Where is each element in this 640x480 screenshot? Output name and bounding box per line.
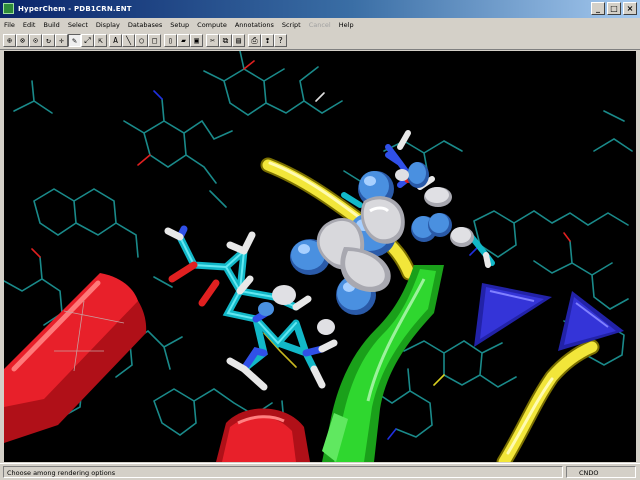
toolbar: ⊕ ⊗ ⊙ ↻ ✛ ✎ ⤢ ⇱ A ╲ ○ □ ▯ ▰ ▣ ✂ ⧉ ▤ ⎙ ❢? (0, 32, 640, 50)
paste-button[interactable]: ▤ (232, 34, 245, 47)
hint-button[interactable]: ❢ (261, 34, 274, 47)
coil-yellow-right (496, 339, 600, 462)
translate-xy-tool-button[interactable]: ✛ (55, 34, 68, 47)
molecule-viewport[interactable] (4, 51, 636, 462)
print-button[interactable]: ⎙ (248, 34, 261, 47)
menu-cancel[interactable]: Cancel (305, 21, 335, 29)
ellipse-tool-button[interactable]: ○ (135, 34, 148, 47)
window-controls: _ □ × (591, 2, 637, 15)
arrow-blue-1 (474, 283, 552, 347)
status-calc-mode: CNDO (566, 466, 636, 478)
copy-button[interactable]: ⧉ (219, 34, 232, 47)
hyperchem-app-icon[interactable] (3, 3, 14, 14)
z-clip-tool-button[interactable]: ⇱ (94, 34, 107, 47)
help-button[interactable]: ? (274, 34, 287, 47)
menu-databases[interactable]: Databases (124, 21, 166, 29)
molecule-render (4, 51, 633, 462)
menu-help[interactable]: Help (335, 21, 358, 29)
new-file-button[interactable]: ▯ (164, 34, 177, 47)
menu-edit[interactable]: Edit (19, 21, 40, 29)
menu-setup[interactable]: Setup (166, 21, 193, 29)
minimize-button[interactable]: _ (591, 2, 605, 15)
text-tool-button[interactable]: A (109, 34, 122, 47)
helix-red-bottom (216, 408, 310, 462)
menu-script[interactable]: Script (278, 21, 305, 29)
translate-z-tool-button[interactable]: ✎ (68, 34, 81, 47)
line-tool-button[interactable]: ╲ (122, 34, 135, 47)
open-file-button[interactable]: ▰ (177, 34, 190, 47)
title-bar: HyperChem - PDB1CRN.ENT _ □ × (0, 0, 640, 18)
cut-button[interactable]: ✂ (206, 34, 219, 47)
zoom-tool-button[interactable]: ⤢ (81, 34, 94, 47)
menu-build[interactable]: Build (39, 21, 63, 29)
window-title: HyperChem - PDB1CRN.ENT (18, 5, 132, 13)
save-file-button[interactable]: ▣ (190, 34, 203, 47)
menu-display[interactable]: Display (92, 21, 124, 29)
rotate-xy-tool-button[interactable]: ⊙ (29, 34, 42, 47)
menu-file[interactable]: File (0, 21, 19, 29)
rectangle-tool-button[interactable]: □ (148, 34, 161, 47)
menu-select[interactable]: Select (64, 21, 92, 29)
draw-tool-button[interactable]: ⊕ (3, 34, 16, 47)
menu-compute[interactable]: Compute (193, 21, 231, 29)
helix-red-left (4, 273, 147, 443)
status-message: Choose among rendering options (3, 466, 563, 478)
rotate-z-tool-button[interactable]: ↻ (42, 34, 55, 47)
close-button[interactable]: × (623, 2, 637, 15)
maximize-button[interactable]: □ (607, 2, 621, 15)
select-tool-button[interactable]: ⊗ (16, 34, 29, 47)
menu-annotations[interactable]: Annotations (231, 21, 278, 29)
status-bar: Choose among rendering options CNDO (0, 463, 640, 480)
menu-bar: File Edit Build Select Display Databases Setup… (0, 18, 640, 32)
